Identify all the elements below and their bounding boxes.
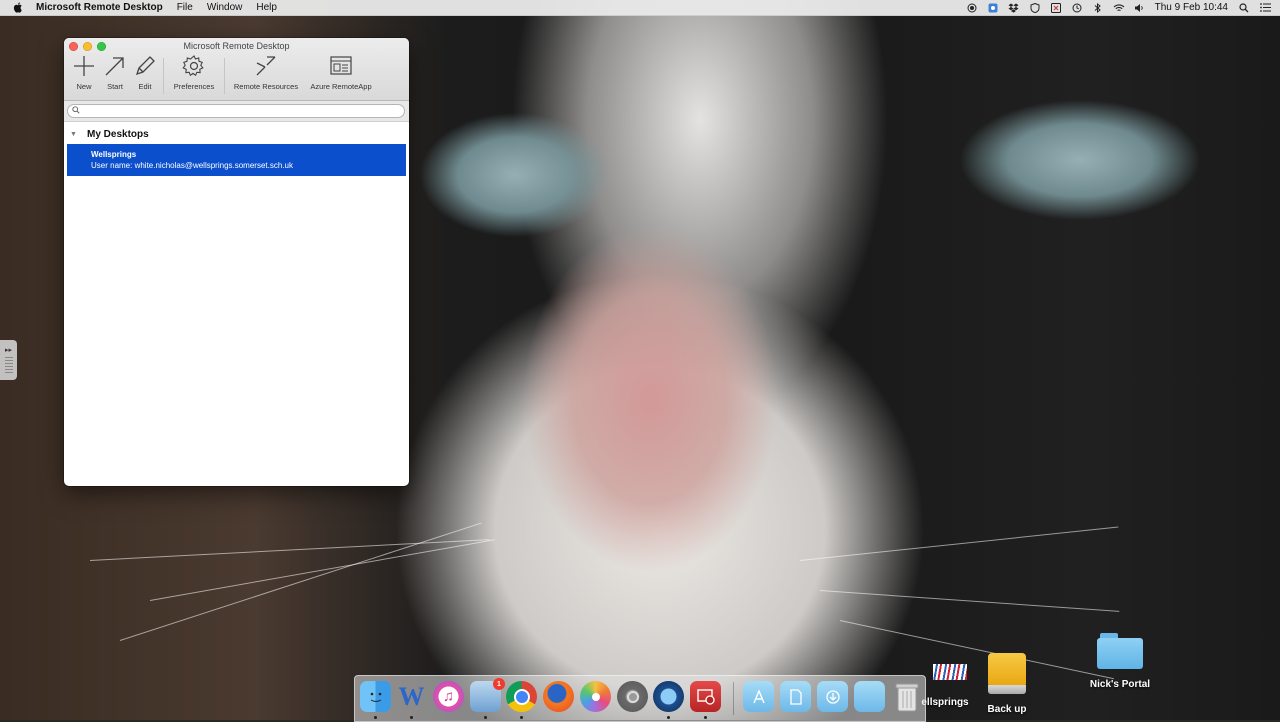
edit-label: Edit: [138, 82, 152, 91]
dropbox-icon[interactable]: [1008, 3, 1020, 13]
desktop-icon-label: Nick's Portal: [1089, 679, 1151, 690]
pencil-icon: [135, 56, 155, 76]
start-button[interactable]: Start: [103, 54, 127, 91]
menu-file[interactable]: File: [177, 2, 193, 13]
quicktime-icon[interactable]: [653, 681, 684, 712]
start-label: Start: [107, 82, 123, 91]
notification-badge: 1: [493, 678, 505, 690]
group-title: My Desktops: [87, 128, 149, 140]
edit-button[interactable]: Edit: [133, 54, 157, 91]
running-indicator: [374, 716, 377, 719]
new-label: New: [76, 82, 92, 91]
preferences-button[interactable]: Preferences: [172, 54, 216, 91]
search-icon: [72, 106, 80, 116]
plus-icon: [74, 56, 94, 76]
folder-icon[interactable]: [854, 681, 885, 712]
remote-resources-label: Remote Resources: [233, 82, 299, 91]
documents-folder-icon[interactable]: [780, 681, 811, 712]
new-button[interactable]: New: [72, 54, 96, 91]
desktop-list: ▼ My Desktops Wellsprings User name: whi…: [64, 124, 409, 176]
bluetooth-icon[interactable]: [1092, 2, 1104, 13]
window-titlebar[interactable]: Microsoft Remote Desktop New Start Edit …: [64, 38, 409, 101]
running-indicator: [484, 716, 487, 719]
azure-remoteapp-label: Azure RemoteApp: [310, 82, 372, 91]
remote-resources-icon: [256, 56, 276, 76]
menu-bar: Microsoft Remote Desktop File Window Hel…: [0, 0, 1280, 16]
remote-desktop-icon[interactable]: [690, 681, 721, 712]
applications-folder-icon[interactable]: [743, 681, 774, 712]
menu-window[interactable]: Window: [207, 2, 243, 13]
start-arrow-icon: [105, 57, 124, 76]
window-title: Microsoft Remote Desktop: [183, 41, 290, 51]
desktop-icon-nicks-portal[interactable]: Nick's Portal: [1088, 633, 1152, 690]
toolbar-separator: [224, 58, 225, 94]
desktop-item-name: Wellsprings: [91, 150, 137, 159]
itunes-icon[interactable]: ♫: [433, 681, 464, 712]
menu-app-name[interactable]: Microsoft Remote Desktop: [36, 2, 163, 13]
running-indicator: [667, 716, 670, 719]
wifi-icon[interactable]: [1113, 3, 1125, 13]
word-icon[interactable]: W: [396, 681, 427, 712]
preview-icon[interactable]: 1: [470, 678, 505, 712]
search-bar: [64, 101, 409, 122]
desktop-icon-label: ellsprings: [921, 697, 969, 708]
finder-icon[interactable]: [360, 681, 391, 712]
record-icon[interactable]: [966, 3, 978, 13]
running-indicator: [520, 716, 523, 719]
desktop-item-wellsprings[interactable]: Wellsprings User name: white.nicholas@we…: [67, 144, 406, 176]
system-preferences-icon[interactable]: [617, 681, 648, 712]
menu-clock[interactable]: Thu 9 Feb 10:44: [1155, 2, 1228, 13]
trash-icon[interactable]: [891, 681, 922, 712]
azure-remoteapp-button[interactable]: Azure RemoteApp: [308, 54, 374, 91]
search-input[interactable]: [67, 104, 405, 118]
desktop-icon-back-up[interactable]: Back up: [984, 653, 1030, 715]
chrome-icon[interactable]: [506, 681, 537, 712]
group-header-my-desktops[interactable]: ▼ My Desktops: [64, 124, 409, 144]
toolbar: New Start Edit Preferences Remote Resour…: [64, 54, 409, 98]
remote-resources-button[interactable]: Remote Resources: [232, 54, 300, 91]
disclosure-triangle-icon[interactable]: ▼: [70, 131, 80, 138]
firefox-icon[interactable]: [543, 681, 574, 712]
dock: W ♫ 1: [354, 675, 926, 722]
menu-help[interactable]: Help: [256, 2, 277, 13]
dock-separator: [733, 682, 734, 715]
app-status-icon[interactable]: [987, 3, 999, 13]
apple-menu-icon[interactable]: [12, 2, 24, 13]
volume-icon[interactable]: [1134, 3, 1146, 13]
grip-icon: [4, 357, 13, 375]
preferences-label: Preferences: [173, 82, 215, 91]
desktop-item-username: User name: white.nicholas@wellsprings.so…: [91, 161, 293, 170]
downloads-folder-icon[interactable]: [817, 681, 848, 712]
notification-center-icon[interactable]: [1259, 3, 1271, 13]
sidebar-drawer-handle[interactable]: ▸▸: [0, 340, 17, 380]
gear-icon: [182, 55, 204, 77]
running-indicator: [704, 716, 707, 719]
folder-icon: [1097, 633, 1143, 669]
close-box-icon[interactable]: [1050, 2, 1062, 13]
vpn-icon[interactable]: [1029, 2, 1041, 13]
azure-window-icon: [330, 56, 352, 75]
photos-icon[interactable]: [580, 681, 611, 712]
spotlight-search-icon[interactable]: [1238, 2, 1250, 13]
desktop-icon-label: Back up: [987, 704, 1027, 715]
remote-desktop-shortcut-icon: [927, 660, 967, 688]
running-indicator: [410, 716, 413, 719]
time-machine-icon[interactable]: [1071, 3, 1083, 13]
remote-desktop-window: Microsoft Remote Desktop New Start Edit …: [64, 38, 409, 486]
toolbar-separator: [163, 58, 164, 94]
external-drive-icon: [988, 653, 1026, 695]
double-chevron-right-icon: ▸▸: [4, 347, 13, 354]
